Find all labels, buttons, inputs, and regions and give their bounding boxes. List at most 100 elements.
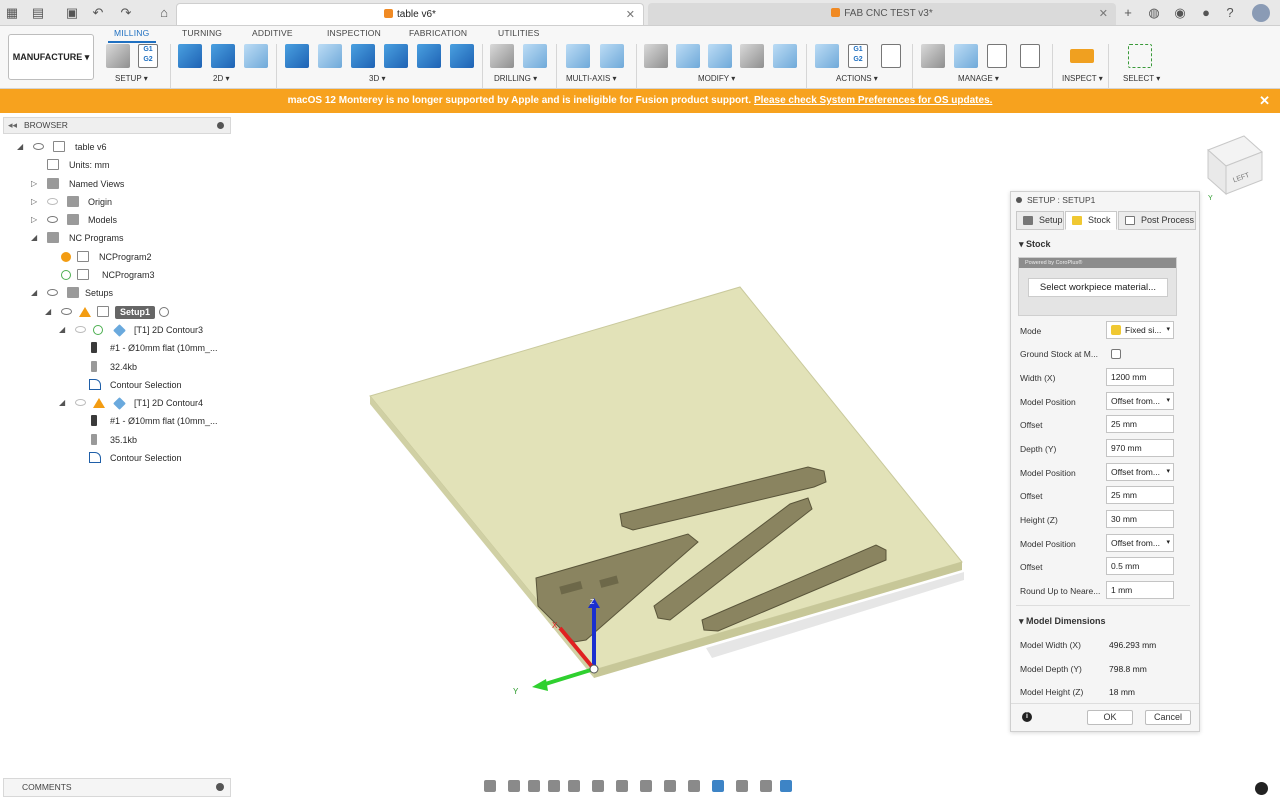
offset-y-input[interactable]: 25 mm — [1106, 486, 1174, 504]
tree-item-root[interactable]: ◢ table v6 — [3, 138, 231, 156]
manage-group-label[interactable]: MANAGE ▾ — [958, 74, 999, 83]
simulate-icon[interactable] — [815, 44, 839, 68]
visibility-eye-icon[interactable] — [47, 216, 58, 224]
collapse-panel-icon[interactable]: ◂◂ — [8, 118, 17, 133]
tab-inspection[interactable]: INSPECTION — [327, 28, 381, 38]
expand-caret-icon[interactable]: ◢ — [59, 321, 65, 339]
extensions-icon[interactable]: ◍ — [1146, 5, 1162, 21]
redo-icon[interactable]: ↷ — [118, 5, 134, 21]
2d-pocket-icon[interactable] — [211, 44, 235, 68]
banner-link[interactable]: Please check System Preferences for OS u… — [754, 95, 992, 106]
machine-library-icon[interactable] — [954, 44, 978, 68]
template-library-icon[interactable] — [1020, 44, 1040, 68]
model-position-z-select[interactable]: Offset from... ▾ — [1106, 534, 1174, 552]
tree-item-setup1[interactable]: ◢ Setup1 — [3, 303, 231, 321]
tree-item-contour-selection[interactable]: Contour Selection — [3, 376, 231, 394]
expand-caret-icon[interactable]: ◢ — [31, 284, 37, 302]
post-process-icon[interactable]: G1 G2 — [848, 44, 868, 68]
actions-group-label[interactable]: ACTIONS ▾ — [836, 74, 878, 83]
steep-shallow-icon[interactable] — [351, 44, 375, 68]
3d-pocket-icon[interactable] — [318, 44, 342, 68]
edit-toolpath-icon[interactable] — [708, 44, 732, 68]
machine-display-icon[interactable] — [780, 780, 792, 792]
height-input[interactable]: 30 mm — [1106, 510, 1174, 528]
modify-group-label[interactable]: MODIFY ▾ — [698, 74, 735, 83]
comments-panel[interactable]: COMMENTS — [3, 778, 231, 797]
tool-display-icon[interactable] — [760, 780, 772, 792]
display-settings-icon[interactable] — [592, 780, 604, 792]
tree-item-setups[interactable]: ◢ Setups — [3, 284, 231, 302]
help-circle-icon[interactable] — [1255, 782, 1268, 795]
tab-turning[interactable]: TURNING — [182, 28, 222, 38]
visibility-eye-icon[interactable] — [75, 399, 86, 407]
undo-icon[interactable]: ↶ — [90, 5, 106, 21]
tree-item-ncprogram3[interactable]: NCProgram3 — [3, 266, 231, 284]
tree-item-size[interactable]: 35.1kb — [3, 431, 231, 449]
file-menu-icon[interactable]: ▤ — [30, 5, 46, 21]
stock-section-header[interactable]: ▾ Stock — [1019, 239, 1051, 250]
model-position-y-select[interactable]: Offset from... ▾ — [1106, 463, 1174, 481]
tree-item-origin[interactable]: ▷ Origin — [3, 193, 231, 211]
post-library-icon[interactable] — [987, 44, 1007, 68]
tree-item-contour3[interactable]: ◢ [T1] 2D Contour3 — [3, 321, 231, 339]
nc-program-icon[interactable]: G1 G2 — [138, 44, 158, 68]
add-comment-icon[interactable] — [216, 783, 224, 791]
tool-library-icon[interactable] — [921, 44, 945, 68]
home-icon[interactable]: ⌂ — [156, 5, 172, 21]
trim-toolpath-icon[interactable] — [644, 44, 668, 68]
swarf-icon[interactable] — [566, 44, 590, 68]
close-tab-icon[interactable]: ✕ — [626, 4, 635, 26]
tab-milling[interactable]: MILLING — [114, 28, 149, 38]
tree-item-models[interactable]: ▷ Models — [3, 211, 231, 229]
browser-header[interactable]: ◂◂ BROWSER — [3, 117, 231, 134]
help-icon[interactable]: ? — [1222, 5, 1238, 21]
notifications-icon[interactable]: ● — [1198, 5, 1214, 21]
offset-x-input[interactable]: 25 mm — [1106, 415, 1174, 433]
tree-item-tool[interactable]: #1 - Ø10mm flat (10mm_... — [3, 339, 231, 357]
round-up-input[interactable]: 1 mm — [1106, 581, 1174, 599]
delete-toolpath-icon[interactable] — [676, 44, 700, 68]
apps-grid-icon[interactable]: ▦ — [4, 5, 20, 21]
dialog-menu-icon[interactable] — [1016, 197, 1022, 203]
orbit-icon[interactable] — [484, 780, 496, 792]
tree-item-contour-selection[interactable]: Contour Selection — [3, 449, 231, 467]
expand-caret-icon[interactable]: ◢ — [31, 229, 37, 247]
setup-sheet-icon[interactable] — [881, 44, 901, 68]
offset-z-input[interactable]: 0.5 mm — [1106, 557, 1174, 575]
zoom-icon[interactable] — [548, 780, 560, 792]
visibility-eye-icon[interactable] — [33, 143, 44, 150]
workspace-switcher-button[interactable]: MANUFACTURE ▾ — [8, 34, 94, 80]
grid-settings-icon[interactable] — [616, 780, 628, 792]
user-avatar[interactable] — [1252, 4, 1270, 22]
pattern-icon[interactable] — [740, 44, 764, 68]
pan-icon[interactable] — [528, 780, 540, 792]
3d-adaptive-icon[interactable] — [285, 44, 309, 68]
width-input[interactable]: 1200 mm — [1106, 368, 1174, 386]
tree-item-contour4[interactable]: ◢ [T1] 2D Contour4 — [3, 394, 231, 412]
tree-item-named-views[interactable]: ▷ Named Views — [3, 175, 231, 193]
depth-input[interactable]: 970 mm — [1106, 439, 1174, 457]
tab-post-process[interactable]: Post Process — [1118, 211, 1196, 230]
expand-caret-icon[interactable]: ▷ — [31, 193, 37, 211]
viewports-icon[interactable] — [640, 780, 652, 792]
manual-nc-icon[interactable] — [773, 44, 797, 68]
ok-button[interactable]: OK — [1087, 710, 1133, 725]
multi-axis-group-label[interactable]: MULTI-AXIS ▾ — [566, 74, 617, 83]
info-icon[interactable]: i — [1022, 712, 1032, 722]
expand-caret-icon[interactable]: ▷ — [31, 211, 37, 229]
close-banner-icon[interactable]: ✕ — [1259, 89, 1270, 113]
pin-panel-icon[interactable] — [217, 122, 224, 129]
hole-recognition-icon[interactable] — [523, 44, 547, 68]
expand-caret-icon[interactable]: ◢ — [45, 303, 51, 321]
tree-item-units[interactable]: Units: mm — [3, 156, 231, 174]
document-tab-active[interactable]: table v6* ✕ — [176, 3, 644, 25]
tab-setup[interactable]: Setup — [1016, 211, 1064, 230]
tab-additive[interactable]: ADDITIVE — [252, 28, 293, 38]
tab-utilities[interactable]: UTILITIES — [498, 28, 539, 38]
tree-item-ncprogram2[interactable]: NCProgram2 — [3, 248, 231, 266]
2d-adaptive-icon[interactable] — [178, 44, 202, 68]
toolpath-display-icon[interactable] — [712, 780, 724, 792]
visibility-eye-icon[interactable] — [75, 325, 86, 333]
inspect-group-label[interactable]: INSPECT ▾ — [1062, 74, 1103, 83]
dialog-title-bar[interactable]: SETUP : SETUP1 — [1011, 192, 1199, 208]
